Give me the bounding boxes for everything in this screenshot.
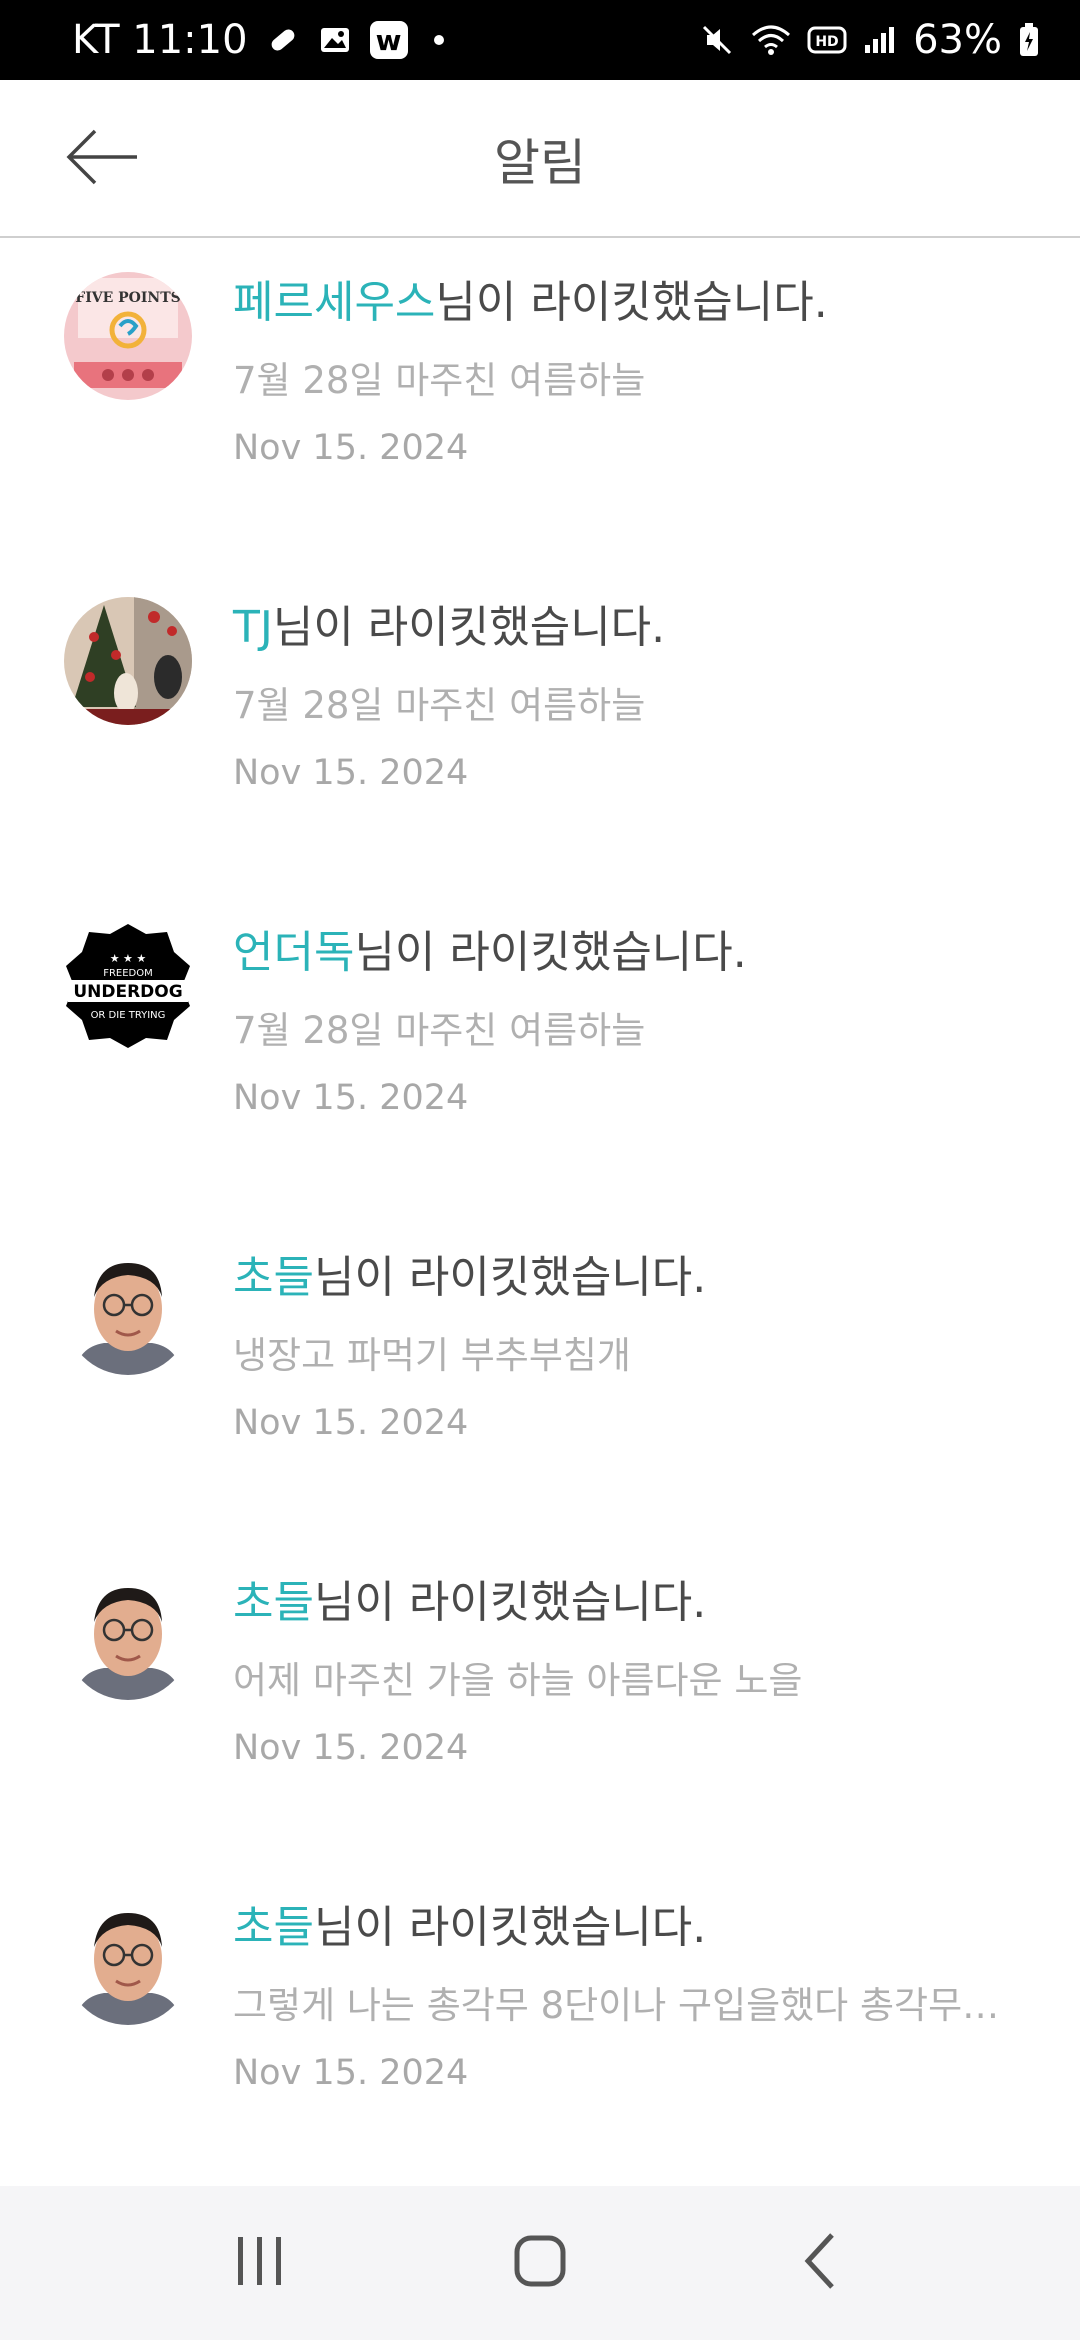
notification-text: TJ님이 라이킷했습니다. <box>233 591 665 655</box>
carrier-time: KT 11:10 <box>72 17 248 63</box>
avatar[interactable] <box>64 1247 192 1375</box>
user-name[interactable]: 초들 <box>233 1902 314 1953</box>
notification-date: Nov 15. 2024 <box>233 1728 469 1768</box>
notification-item[interactable]: FIVE POINTS 페르세우스님이 라이킷했습니다. 7월 28일 마주친 … <box>0 240 1080 565</box>
notification-text: 초들님이 라이킷했습니다. <box>233 1241 706 1305</box>
avatar[interactable] <box>64 1572 192 1700</box>
user-name[interactable]: 페르세우스 <box>233 277 435 328</box>
system-back-button[interactable] <box>760 2213 880 2313</box>
user-name[interactable]: 초들 <box>233 1577 314 1628</box>
notification-date: Nov 15. 2024 <box>233 1403 469 1443</box>
hd-icon: HD <box>807 25 847 55</box>
battery-percent: 63% <box>913 17 1002 63</box>
status-left: KT 11:10 w <box>72 17 444 63</box>
avatar[interactable] <box>64 1897 192 2025</box>
avatar[interactable]: FIVE POINTS <box>64 272 192 400</box>
avatar[interactable]: ★ ★ ★ FREEDOM UNDERDOG OR DIE TRYING <box>64 922 192 1050</box>
recent-apps-button[interactable] <box>200 2213 320 2313</box>
svg-text:★ ★ ★: ★ ★ ★ <box>110 952 147 965</box>
notification-item[interactable]: ★ ★ ★ FREEDOM UNDERDOG OR DIE TRYING 언더독… <box>0 890 1080 1215</box>
post-title: 냉장고 파먹기 부추부침개 <box>233 1334 631 1377</box>
avatar[interactable] <box>64 597 192 725</box>
notification-item[interactable]: 초들님이 라이킷했습니다. 그렇게 나는 총각무 8단이나 구입을했다 총각무김… <box>0 1865 1080 2190</box>
notification-item[interactable]: 초들님이 라이킷했습니다. 어제 마주친 가을 하늘 아름다운 노을 Nov 1… <box>0 1540 1080 1865</box>
post-title: 어제 마주친 가을 하늘 아름다운 노을 <box>233 1659 803 1702</box>
action-text: 님이 라이킷했습니다. <box>435 277 828 328</box>
user-name[interactable]: 언더독 <box>233 927 354 978</box>
wifi-icon <box>751 23 791 57</box>
user-name[interactable]: TJ <box>233 602 273 653</box>
notification-text: 초들님이 라이킷했습니다. <box>233 1891 706 1955</box>
notification-item[interactable]: TJ님이 라이킷했습니다. 7월 28일 마주친 여름하늘 Nov 15. 20… <box>0 565 1080 890</box>
book-cover-title: FIVE POINTS <box>75 290 181 306</box>
notification-date: Nov 15. 2024 <box>233 753 469 793</box>
post-title: 7월 28일 마주친 여름하늘 <box>233 359 646 402</box>
mute-icon <box>699 22 735 58</box>
app-bar: 알림 <box>0 80 1080 238</box>
action-text: 님이 라이킷했습니다. <box>313 1902 707 1953</box>
notification-date: Nov 15. 2024 <box>233 1078 469 1118</box>
notification-text: 언더독님이 라이킷했습니다. <box>233 916 747 980</box>
back-icon <box>800 2231 840 2295</box>
page-title: 알림 <box>494 134 586 192</box>
post-title: 7월 28일 마주친 여름하늘 <box>233 684 646 727</box>
notification-text: 페르세우스님이 라이킷했습니다. <box>233 266 828 330</box>
svg-text:HD: HD <box>815 34 838 50</box>
pill-icon <box>266 23 300 57</box>
action-text: 님이 라이킷했습니다. <box>313 1252 707 1303</box>
w-app-icon: w <box>369 21 408 59</box>
badge-top-text: FREEDOM <box>103 968 153 979</box>
gallery-icon <box>318 23 352 57</box>
home-icon <box>512 2233 568 2293</box>
notification-item[interactable]: 초들님이 라이킷했습니다. 냉장고 파먹기 부추부침개 Nov 15. 2024 <box>0 1215 1080 1540</box>
action-text: 님이 라이킷했습니다. <box>272 602 666 653</box>
badge-middle-text: UNDERDOG <box>73 982 182 1002</box>
action-text: 님이 라이킷했습니다. <box>354 927 747 978</box>
notification-text: 초들님이 라이킷했습니다. <box>233 1566 706 1630</box>
notification-date: Nov 15. 2024 <box>233 2053 469 2093</box>
battery-icon <box>1018 22 1040 58</box>
status-right: HD 63% <box>699 17 1040 63</box>
home-button[interactable] <box>480 2213 600 2313</box>
dot-icon <box>433 35 444 45</box>
status-bar: KT 11:10 w HD 63% <box>0 0 1080 80</box>
signal-icon <box>863 25 897 55</box>
system-nav-bar <box>0 2186 1080 2340</box>
notification-date: Nov 15. 2024 <box>233 428 469 468</box>
badge-bottom-text: OR DIE TRYING <box>91 1010 166 1021</box>
notification-list: FIVE POINTS 페르세우스님이 라이킷했습니다. 7월 28일 마주친 … <box>0 240 1080 2190</box>
user-name[interactable]: 초들 <box>233 1252 314 1303</box>
action-text: 님이 라이킷했습니다. <box>313 1577 707 1628</box>
recent-apps-icon <box>230 2233 290 2293</box>
post-title: 그렇게 나는 총각무 8단이나 구입을했다 총각무김치 <box>233 1984 1023 2027</box>
post-title: 7월 28일 마주친 여름하늘 <box>233 1009 646 1052</box>
